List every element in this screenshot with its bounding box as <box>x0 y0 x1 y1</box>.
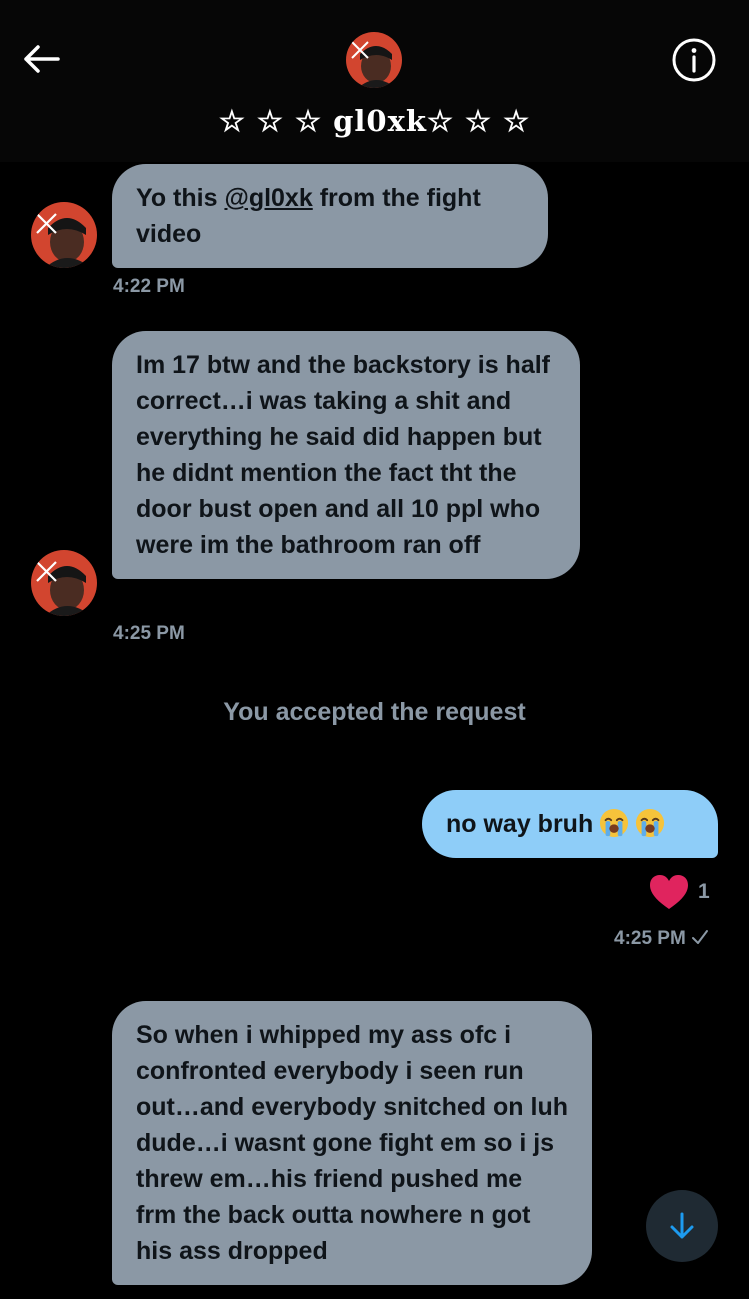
arrow-down-icon <box>670 1212 694 1239</box>
sender-avatar[interactable] <box>31 202 97 268</box>
info-icon <box>672 38 716 82</box>
contact-avatar-header[interactable] <box>346 32 402 88</box>
checkmark-icon <box>692 930 709 944</box>
sender-avatar[interactable] <box>31 550 97 616</box>
message-text: Im 17 btw and the backstory is half corr… <box>136 351 551 559</box>
mention-link[interactable]: @gl0xk <box>224 184 312 212</box>
loudly-crying-face-emoji <box>600 808 629 838</box>
message-text: no way bruh <box>446 810 594 838</box>
info-button[interactable] <box>670 36 718 84</box>
message-timestamp-row: 4:25 PM <box>614 928 709 950</box>
loudly-crying-face-emoji <box>636 808 665 838</box>
message-text: Yo this <box>136 184 225 212</box>
message-text: So when i whipped my ass ofc i confronte… <box>136 1021 568 1265</box>
message-timestamp: 4:25 PM <box>614 928 686 949</box>
back-button[interactable] <box>18 38 64 80</box>
avatar-image <box>346 32 402 88</box>
message-reaction[interactable]: 1 <box>648 872 710 912</box>
message-timestamp: 4:25 PM <box>113 623 185 644</box>
conversation-title[interactable]: ☆ ☆ ☆ gl0xk☆ ☆ ☆ <box>0 104 749 138</box>
scroll-to-bottom-button[interactable] <box>646 1190 718 1262</box>
message-bubble-incoming[interactable]: Yo this @gl0xk from the fight video <box>112 164 548 268</box>
request-accepted-note: You accepted the request <box>223 698 526 726</box>
heart-icon <box>650 875 688 909</box>
arrow-left-icon <box>24 45 60 73</box>
avatar-image <box>31 202 97 268</box>
avatar-image <box>31 550 97 616</box>
message-bubble-outgoing[interactable]: no way bruh <box>422 790 718 858</box>
conversation-header: ☆ ☆ ☆ gl0xk☆ ☆ ☆ <box>0 0 749 162</box>
message-bubble-incoming[interactable]: So when i whipped my ass ofc i confronte… <box>112 1001 592 1285</box>
reaction-count: 1 <box>698 880 710 903</box>
message-bubble-incoming[interactable]: Im 17 btw and the backstory is half corr… <box>112 331 580 579</box>
message-timestamp: 4:22 PM <box>113 276 185 297</box>
